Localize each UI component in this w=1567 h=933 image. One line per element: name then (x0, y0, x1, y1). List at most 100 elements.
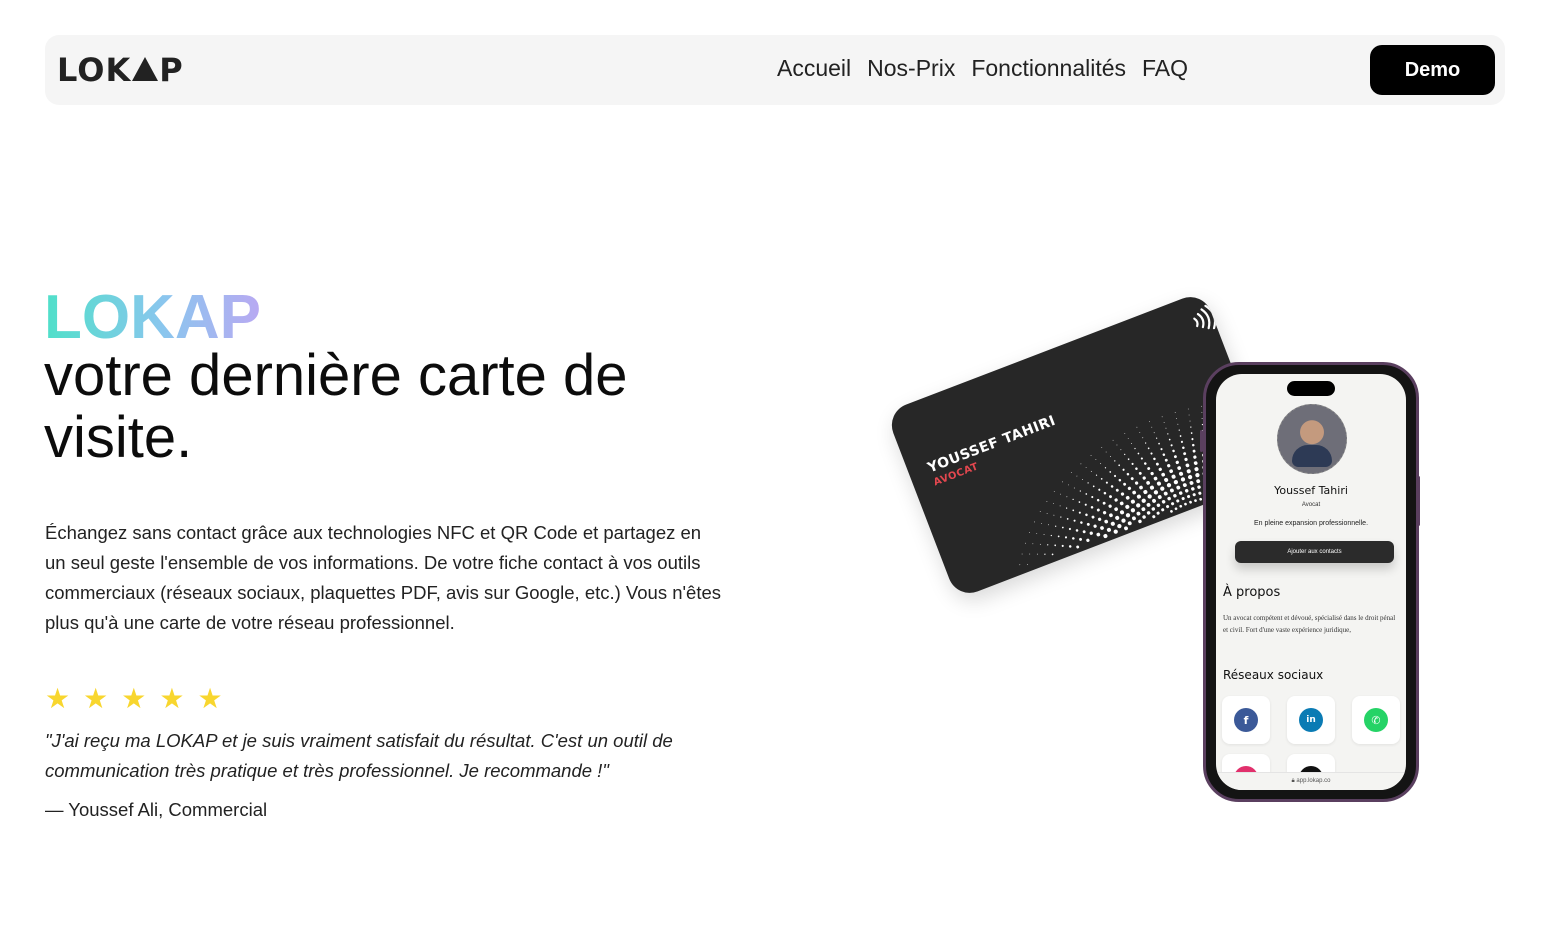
testimonial-quote: "J'ai reçu ma LOKAP et je suis vraiment … (45, 730, 673, 781)
card-pattern-dot (1171, 502, 1175, 506)
card-pattern-dot (1186, 469, 1191, 474)
social-tile-linkedin[interactable]: in (1287, 696, 1335, 744)
card-pattern-dot (1173, 479, 1179, 485)
card-pattern-dot (1149, 421, 1150, 423)
card-pattern-dot (1053, 514, 1055, 516)
card-pattern-dot (1194, 467, 1199, 472)
browser-url: app.lokap.co (1296, 778, 1331, 784)
card-pattern-dot (1039, 511, 1041, 512)
card-pattern-dot (1191, 438, 1194, 441)
card-pattern-dot (1131, 462, 1134, 465)
social-tile-facebook[interactable]: f (1222, 696, 1270, 744)
card-pattern-dot (1156, 481, 1162, 486)
card-pattern-dot (1080, 521, 1083, 524)
card-pattern-dot (1156, 503, 1161, 508)
card-pattern-dot (1082, 479, 1083, 480)
nav-link-fonctionnalites[interactable]: Fonctionnalités (971, 55, 1126, 82)
card-pattern-dot (1155, 437, 1158, 439)
card-pattern-dot (1097, 517, 1102, 521)
card-pattern-dot (1201, 405, 1202, 407)
card-pattern-dot (1144, 462, 1147, 465)
card-pattern-dot (1151, 507, 1156, 511)
card-pattern-dot (1103, 533, 1108, 539)
card-pattern-dot (1169, 469, 1173, 474)
card-pattern-dot (1066, 496, 1068, 498)
social-tile-whatsapp[interactable]: ✆ (1352, 696, 1400, 744)
about-heading: À propos (1223, 585, 1281, 600)
add-contact-button[interactable]: Ajouter aux contacts (1235, 541, 1394, 563)
nav-link-faq[interactable]: FAQ (1142, 55, 1188, 82)
card-pattern-dot (1043, 533, 1045, 535)
card-pattern-dot (1171, 474, 1176, 479)
card-pattern-dot (1170, 509, 1173, 513)
demo-button[interactable]: Demo (1370, 45, 1495, 95)
card-pattern-dot (1068, 484, 1069, 486)
card-pattern-dot (1104, 519, 1109, 524)
card-pattern-dot (1190, 426, 1192, 428)
card-pattern-dot (1190, 432, 1193, 434)
card-pattern-dot (1085, 467, 1087, 469)
card-pattern-dot (1168, 438, 1171, 441)
card-pattern-dot (1024, 542, 1026, 544)
card-pattern-dot (1166, 483, 1172, 488)
card-pattern-dot (1138, 519, 1142, 524)
card-pattern-dot (1137, 452, 1140, 455)
card-pattern-dot (1149, 485, 1155, 490)
card-pattern-dot (1152, 515, 1156, 519)
card-pattern-dot (1167, 464, 1171, 468)
card-pattern-dot (1127, 458, 1130, 461)
card-pattern-dot (1182, 446, 1185, 449)
star-icon: ★ (83, 682, 109, 715)
card-pattern-dot (1198, 491, 1202, 495)
card-pattern-dot (1044, 553, 1046, 555)
card-pattern-dot (1060, 493, 1062, 495)
card-pattern-dot (1158, 442, 1160, 445)
nav-link-accueil[interactable]: Accueil (777, 55, 851, 82)
card-pattern-dot (1110, 521, 1115, 526)
browser-url-bar: 🔒︎ app.lokap.co (1216, 772, 1406, 790)
card-pattern-dot (1105, 481, 1108, 484)
card-pattern-dot (1153, 476, 1158, 481)
card-pattern-dot (1090, 470, 1092, 472)
card-pattern-dot (1135, 467, 1138, 470)
card-pattern-dot (1125, 495, 1130, 500)
card-pattern-dot (1196, 479, 1201, 484)
card-pattern-dot (1114, 498, 1118, 502)
card-pattern-dot (1189, 420, 1191, 422)
profile-tagline: En pleine expansion professionnelle. (1253, 520, 1369, 527)
card-pattern-dot (1192, 443, 1195, 447)
card-pattern-dot (1164, 477, 1169, 482)
card-pattern-dot (1102, 511, 1107, 515)
card-pattern-dot (1046, 501, 1048, 502)
card-pattern-dot (1050, 534, 1052, 537)
card-pattern-dot (1115, 488, 1119, 492)
card-pattern-dot (1127, 486, 1132, 491)
logo[interactable]: LOK P (57, 51, 184, 89)
card-pattern-dot (1147, 447, 1150, 450)
hero-brand: LOKAP (44, 283, 261, 352)
profile-role: Avocat (1301, 502, 1321, 508)
card-pattern-dot (1130, 477, 1134, 481)
logo-text-lok: LOK (57, 51, 132, 89)
card-pattern-dot (1091, 515, 1095, 519)
card-pattern-dot (1187, 474, 1193, 480)
card-pattern-dot (1131, 443, 1133, 444)
card-pattern-dot (1100, 463, 1102, 465)
card-pattern-dot (1180, 477, 1186, 482)
card-pattern-dot (1122, 468, 1125, 471)
card-pattern-dot (1100, 478, 1103, 480)
card-pattern-dot (1072, 537, 1075, 540)
card-pattern-dot (1051, 553, 1054, 556)
card-pattern-dot (1108, 504, 1112, 508)
profile-name: Youssef Tahiri (1274, 484, 1348, 497)
star-icon: ★ (159, 682, 185, 715)
card-pattern-dot (1119, 510, 1125, 515)
card-pattern-dot (1116, 444, 1118, 446)
card-pattern-dot (1193, 461, 1198, 465)
card-pattern-dot (1095, 474, 1098, 476)
star-icon: ★ (121, 682, 147, 715)
card-pattern-dot (1062, 481, 1063, 483)
nav-link-nos-prix[interactable]: Nos-Prix (867, 55, 955, 82)
card-pattern-dot (1103, 491, 1107, 495)
card-pattern-dot (1039, 543, 1041, 545)
